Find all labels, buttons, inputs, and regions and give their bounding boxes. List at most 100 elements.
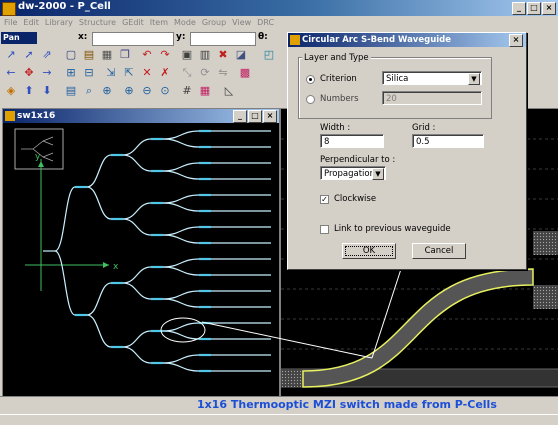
arrow-up-icon[interactable]: ↗	[4, 48, 18, 62]
distribute-icon[interactable]: ⊟	[82, 66, 96, 80]
menu-library[interactable]: Library	[45, 16, 73, 30]
undo-icon[interactable]: ↶	[140, 48, 154, 62]
mode-indicator[interactable]: Pan	[1, 32, 37, 44]
waveguide-segment	[162, 170, 200, 180]
subwindow-minimize-button[interactable]: _	[233, 110, 247, 123]
chevron-down-icon[interactable]: ▼	[468, 73, 480, 85]
cross-icon[interactable]: ✕	[140, 66, 154, 80]
arrow-ne-icon[interactable]: ⇗	[40, 48, 54, 62]
up-icon[interactable]: ⬆	[22, 84, 36, 98]
right-pad-top	[533, 231, 558, 255]
subwindow-icon	[5, 111, 15, 121]
mirror-icon[interactable]: ⇋	[216, 66, 230, 80]
subwindow-close-button[interactable]: ×	[263, 110, 277, 123]
cell-icon[interactable]: ◈	[4, 84, 18, 98]
menu-mode[interactable]: Mode	[174, 16, 196, 30]
numbers-radio[interactable]	[306, 95, 315, 104]
grid-label: Grid :	[412, 123, 436, 133]
layout-canvas[interactable]: y x	[3, 123, 279, 397]
menu-item[interactable]: Item	[150, 16, 168, 30]
zoom-prev-icon[interactable]: ⊙	[158, 84, 172, 98]
waveguide-segment	[54, 186, 76, 252]
select-add-icon[interactable]: ⇱	[122, 66, 136, 80]
move-right-icon[interactable]: →	[40, 66, 54, 80]
cut-icon[interactable]: ✗	[158, 66, 172, 80]
view-icon[interactable]: ▤	[64, 84, 78, 98]
select-icon[interactable]: ⇲	[104, 66, 118, 80]
new-file-icon[interactable]: ▢	[64, 48, 78, 62]
scale-icon[interactable]: ⤡	[180, 66, 194, 80]
app-icon	[2, 2, 16, 16]
window-controls: _ □ ×	[512, 2, 556, 15]
print-icon[interactable]: ▥	[198, 48, 212, 62]
zoom-window-icon[interactable]: ⊕	[100, 84, 114, 98]
waveguide-segment	[122, 330, 152, 348]
redo-icon[interactable]: ↷	[158, 48, 172, 62]
close-button[interactable]: ×	[542, 2, 556, 15]
open-icon[interactable]: ▤	[82, 48, 96, 62]
menu-gedit[interactable]: GEdit	[122, 16, 144, 30]
waveguide-segment	[162, 130, 200, 140]
zoom-icon[interactable]: ⌕	[82, 84, 96, 98]
waveguide-segment	[162, 226, 200, 236]
menu-file[interactable]: File	[4, 16, 17, 30]
waveguide-segment	[162, 290, 200, 300]
grid-icon[interactable]: ▣	[180, 48, 194, 62]
waveguide-segment	[122, 282, 152, 300]
array-icon[interactable]: ▦	[198, 84, 212, 98]
menu-view[interactable]: View	[232, 16, 251, 30]
waveguide-segment	[162, 194, 200, 204]
waveguide-segment	[122, 266, 152, 284]
status-bar	[0, 414, 558, 425]
numbers-label: Numbers	[320, 94, 359, 104]
chevron-down-icon[interactable]: ▼	[372, 168, 384, 180]
dialog-close-button[interactable]: ×	[509, 34, 523, 47]
x-label: x:	[78, 32, 88, 42]
clockwise-checkbox[interactable]: ✓	[320, 195, 329, 204]
down-icon[interactable]: ⬇	[40, 84, 54, 98]
move-icon[interactable]: ✥	[22, 66, 36, 80]
dialog-icon	[290, 35, 300, 45]
zoom-in-icon[interactable]: ⊕	[122, 84, 136, 98]
perpendicular-select[interactable]: Propagation ▼	[320, 166, 386, 180]
link-previous-checkbox[interactable]	[320, 225, 329, 234]
align-icon[interactable]: ⊞	[64, 66, 78, 80]
subwindow-maximize-button[interactable]: □	[248, 110, 262, 123]
grid-toggle-icon[interactable]: #	[180, 84, 194, 98]
menu-drc[interactable]: DRC	[257, 16, 274, 30]
tool-palette: ↗ ➚ ⇗ ▢ ▤ ▦ ❐ ↶ ↷ ▣ ▥ ✖ ◪ ◰ ← ✥ → ⊞ ⊟ ⇲ …	[0, 46, 282, 106]
delete-icon[interactable]: ✖	[216, 48, 230, 62]
layer-icon[interactable]: ▩	[238, 66, 252, 80]
waveguide-segment	[122, 138, 152, 156]
mode-label: Pan	[3, 33, 20, 42]
waveguide-segment	[122, 218, 152, 236]
arrow-right-icon[interactable]: ➚	[22, 48, 36, 62]
menu-structure[interactable]: Structure	[79, 16, 116, 30]
refresh-icon[interactable]: ◪	[234, 48, 248, 62]
y-coord-field[interactable]	[190, 32, 256, 46]
minimize-button[interactable]: _	[512, 2, 526, 15]
rotate-icon[interactable]: ⟳	[198, 66, 212, 80]
y-axis-label: y	[35, 152, 41, 162]
figure-caption: 1x16 Thermooptic MZI switch made from P-…	[197, 398, 497, 411]
waveguide-segment	[162, 330, 200, 340]
library-icon[interactable]: ▦	[100, 48, 114, 62]
x-coord-field[interactable]	[92, 32, 174, 46]
zoom-fit-icon[interactable]: ◰	[262, 48, 276, 62]
zoom-out-icon[interactable]: ⊖	[140, 84, 154, 98]
waveguide-segment	[162, 266, 200, 276]
menu-edit[interactable]: Edit	[23, 16, 39, 30]
width-field[interactable]: 8	[320, 134, 384, 148]
maximize-button[interactable]: □	[527, 2, 541, 15]
grid-field[interactable]: 0.5	[412, 134, 484, 148]
criterion-select[interactable]: Silica ▼	[382, 71, 482, 85]
copy-icon[interactable]: ❐	[118, 48, 132, 62]
x-axis-arrow-icon	[103, 262, 109, 268]
menu-group[interactable]: Group	[202, 16, 226, 30]
move-left-icon[interactable]: ←	[4, 66, 18, 80]
line-icon[interactable]: ◺	[222, 84, 236, 98]
clockwise-label: Clockwise	[334, 194, 377, 204]
ok-button[interactable]: OK	[342, 243, 396, 259]
cancel-button[interactable]: Cancel	[412, 243, 466, 259]
criterion-radio[interactable]	[306, 75, 315, 84]
